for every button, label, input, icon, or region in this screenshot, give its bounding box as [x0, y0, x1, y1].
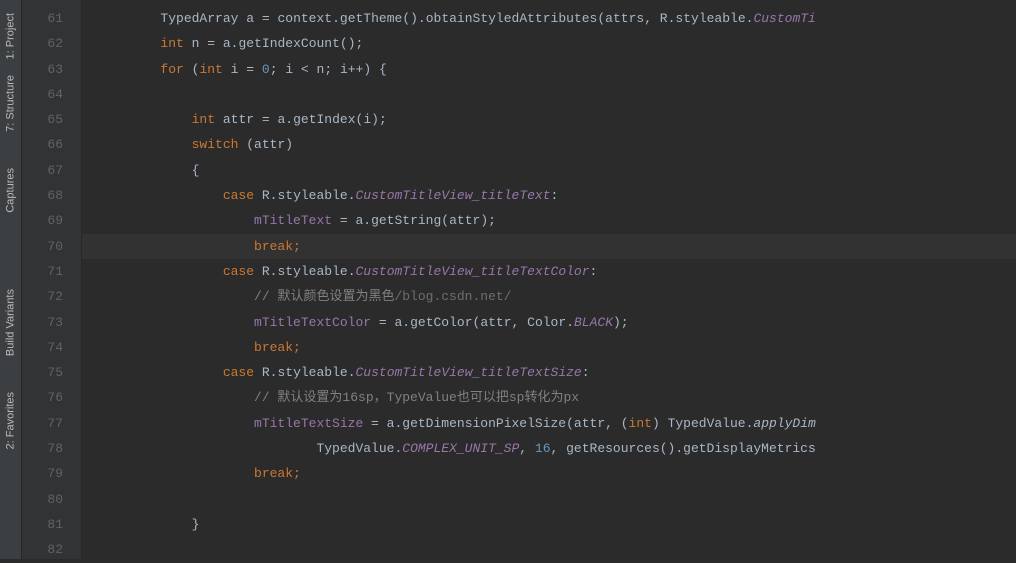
- code-line: mTitleTextSize = a.getDimensionPixelSize…: [82, 411, 1016, 436]
- line-number[interactable]: 64: [22, 82, 81, 107]
- line-number[interactable]: 70: [22, 234, 81, 259]
- tool-structure[interactable]: 7: Structure: [0, 67, 21, 140]
- code-line: }: [82, 512, 1016, 537]
- line-number[interactable]: 67: [22, 158, 81, 183]
- code-line: // 默认设置为16sp，TypeValue也可以把sp转化为px: [82, 385, 1016, 410]
- code-line: {: [82, 158, 1016, 183]
- line-number[interactable]: 79: [22, 461, 81, 486]
- code-line: [82, 82, 1016, 107]
- tool-project[interactable]: 1: Project: [0, 5, 21, 67]
- line-number[interactable]: 77: [22, 411, 81, 436]
- code-line: mTitleText = a.getString(attr);: [82, 208, 1016, 233]
- code-line: break;: [82, 234, 1016, 259]
- code-line: case R.styleable.CustomTitleView_titleTe…: [82, 259, 1016, 284]
- code-line: switch (attr): [82, 132, 1016, 157]
- code-line: TypedValue.COMPLEX_UNIT_SP, 16, getResou…: [82, 436, 1016, 461]
- tool-captures[interactable]: Captures: [0, 160, 21, 221]
- line-number[interactable]: 80: [22, 487, 81, 512]
- code-editor[interactable]: TypedArray a = context.getTheme().obtain…: [82, 0, 1016, 559]
- code-line: break;: [82, 335, 1016, 360]
- line-number[interactable]: 71: [22, 259, 81, 284]
- tool-build-variants[interactable]: Build Variants: [0, 281, 21, 364]
- code-line: int attr = a.getIndex(i);: [82, 107, 1016, 132]
- line-number[interactable]: 62: [22, 31, 81, 56]
- line-number[interactable]: 72: [22, 284, 81, 309]
- code-line: break;: [82, 461, 1016, 486]
- code-line: int n = a.getIndexCount();: [82, 31, 1016, 56]
- line-number[interactable]: 69: [22, 208, 81, 233]
- line-number[interactable]: 66: [22, 132, 81, 157]
- line-number[interactable]: 68: [22, 183, 81, 208]
- gutter[interactable]: 6162636465666768697071727374757677787980…: [22, 0, 82, 559]
- line-number[interactable]: 73: [22, 310, 81, 335]
- code-line: case R.styleable.CustomTitleView_titleTe…: [82, 183, 1016, 208]
- line-number[interactable]: 78: [22, 436, 81, 461]
- code-line: TypedArray a = context.getTheme().obtain…: [82, 6, 1016, 31]
- code-line: [82, 487, 1016, 512]
- line-number[interactable]: 63: [22, 57, 81, 82]
- line-number[interactable]: 65: [22, 107, 81, 132]
- line-number[interactable]: 81: [22, 512, 81, 537]
- line-number[interactable]: 61: [22, 6, 81, 31]
- code-line: case R.styleable.CustomTitleView_titleTe…: [82, 360, 1016, 385]
- line-number[interactable]: 74: [22, 335, 81, 360]
- line-number[interactable]: 75: [22, 360, 81, 385]
- code-line: for (int i = 0; i < n; i++) {: [82, 57, 1016, 82]
- code-line: mTitleTextColor = a.getColor(attr, Color…: [82, 310, 1016, 335]
- code-line: // 默认颜色设置为黑色/blog.csdn.net/: [82, 284, 1016, 309]
- tool-favorites[interactable]: 2: Favorites: [0, 384, 21, 457]
- line-number[interactable]: 76: [22, 385, 81, 410]
- tool-window-bar: 1: Project 7: Structure Captures Build V…: [0, 0, 22, 559]
